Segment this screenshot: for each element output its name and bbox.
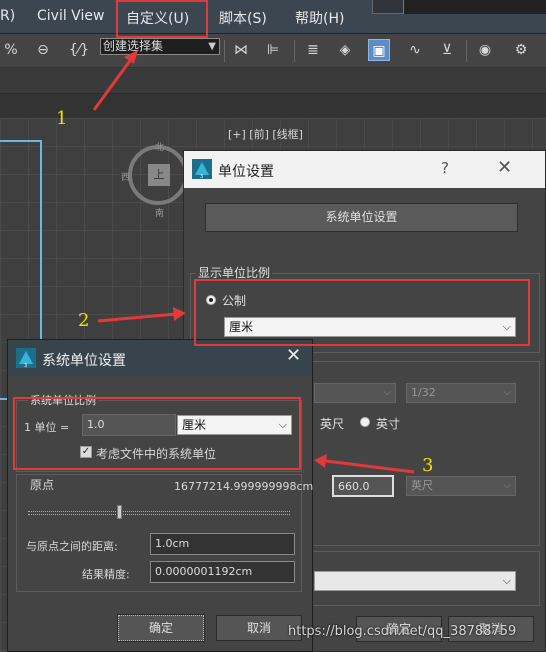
viewcube-south-label: 南 [155,209,165,219]
annotation-number-2: 2 [78,310,90,331]
origin-value: 16777214.999999998cm [174,480,314,493]
layer-explorer-icon[interactable]: ≣ [302,39,324,61]
chevron-down-icon: ▼ [208,41,216,52]
chevron-down-icon: ⌵ [383,387,391,398]
scene-explorer-icon[interactable]: ▣ [368,39,390,61]
origin-label: 原点 [30,478,55,492]
annotation-number-3: 3 [422,455,434,476]
max-logo-icon: 3 [192,159,212,179]
max-logo-icon: 3 [16,348,36,368]
fraction-dropdown[interactable]: 1/32 ⌵ [406,383,516,403]
system-unit-setup-button[interactable]: 系统单位设置 [205,203,518,232]
svg-text:3: 3 [200,174,203,179]
origin-slider-thumb[interactable] [117,505,123,519]
selection-set-text: 创建选择集 [103,39,164,53]
menu-help[interactable]: 帮助(H) [295,8,344,28]
toolbar-divider [466,40,467,62]
distance-from-origin-label: 与原点之间的距离: [26,540,118,553]
inches-radio[interactable] [360,417,370,427]
inches-label: 英寸 [376,417,401,431]
units-dialog-titlebar: 3 单位设置 ? ✕ [184,151,545,188]
percent-snap-icon[interactable]: % [0,39,22,61]
main-toolbar: % ⊖ {⁄} 创建选择集 ▼ ⋈ ⊫ ≣ ◈ ▣ ∿ ⊻ ◉ ⚙ [0,34,546,68]
resulting-accuracy-label: 结果精度: [82,568,130,581]
edit-named-selection-icon[interactable]: {⁄} [68,39,90,61]
system-dialog-title: 系统单位设置 [42,353,126,369]
toolbar-divider [294,40,295,62]
chevron-down-icon: ⌵ [503,387,511,398]
viewcube-west-label: 西 [121,173,131,183]
ribbon-strip [0,68,546,94]
distance-from-origin-input[interactable]: 1.0cm [150,533,295,555]
menu-scripting[interactable]: 脚本(S) [219,8,267,28]
spinner-snap-icon[interactable]: ⊖ [32,39,54,61]
system-ok-button[interactable]: 确定 [117,614,205,642]
watermark-text: https://blog.csdn.net/qq_38788759 [288,624,517,639]
ribbon-strip-secondary [0,94,546,118]
svg-text:3: 3 [24,363,27,368]
default-units-input[interactable]: 660.0 [332,475,394,497]
viewcube-north-label: 北 [155,143,165,153]
render-setup-icon[interactable]: ⚙ [510,39,532,61]
resulting-accuracy-input[interactable]: 0.0000001192cm [150,561,295,583]
mirror-icon[interactable]: ⋈ [230,39,252,61]
menu-bar: R) Civil View 自定义(U) 脚本(S) 帮助(H) [0,0,546,34]
menu-rendering[interactable]: R) [0,8,15,24]
curve-editor-icon[interactable]: ∿ [404,39,426,61]
help-icon[interactable]: ? [441,159,449,177]
fraction-value: 1/32 [411,386,436,399]
annotation-box-system-scale [13,397,301,470]
chevron-down-icon: ⌵ [502,574,511,587]
annotation-box-customize-menu [116,0,208,38]
lighting-units-dropdown[interactable]: ⌵ [314,571,516,591]
feet-label: 英尺 [320,417,345,431]
chevron-down-icon: ⌵ [503,480,511,491]
toolbar-divider [224,40,225,62]
viewcube-face[interactable]: 上 [148,164,170,186]
origin-slider-track[interactable] [28,511,290,515]
layers-icon[interactable]: ◈ [334,39,356,61]
us-standard-dropdown[interactable]: ⌵ [314,383,396,403]
workspace-area [372,0,546,14]
align-icon[interactable]: ⊫ [262,39,284,61]
annotation-box-metric [194,279,530,346]
close-icon[interactable]: ✕ [286,345,301,366]
close-icon[interactable]: ✕ [497,157,512,178]
annotation-number-1: 1 [56,108,68,129]
default-units-dropdown[interactable]: 英尺 ⌵ [406,476,516,496]
units-dialog-title: 单位设置 [218,164,274,180]
selection-set-dropdown[interactable]: 创建选择集 ▼ [100,38,220,55]
viewport-label[interactable]: [+] [前] [线框] [228,126,303,142]
default-unit-value: 英尺 [411,479,433,492]
schematic-view-icon[interactable]: ⊻ [436,39,458,61]
material-editor-icon[interactable]: ◉ [474,39,496,61]
menu-civil-view[interactable]: Civil View [37,8,104,24]
